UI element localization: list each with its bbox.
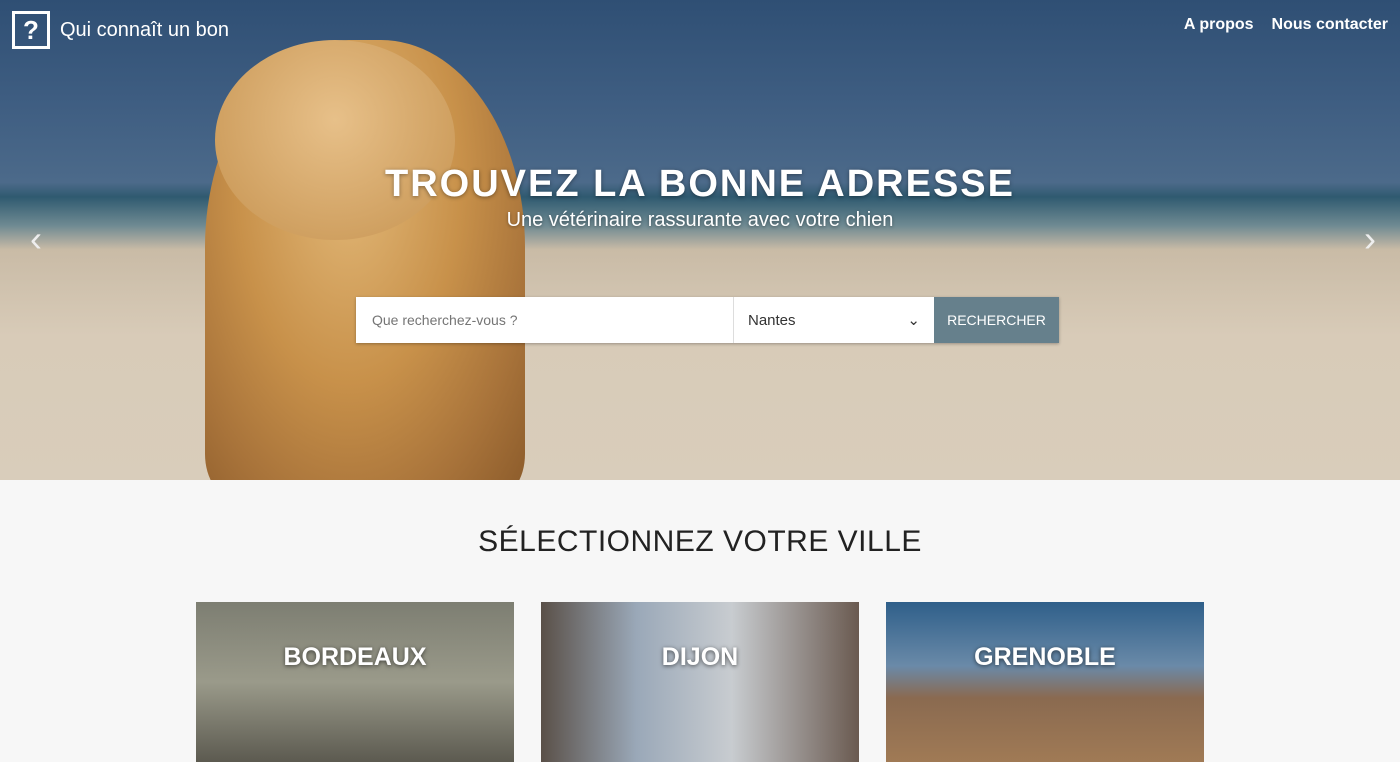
- hero-subtitle: Une vétérinaire rassurante avec votre ch…: [506, 209, 894, 231]
- nav-contact-link[interactable]: Nous contacter: [1272, 16, 1388, 34]
- logo-icon[interactable]: ?: [12, 11, 50, 49]
- hero-carousel: ? Qui connaît un bon A propos Nous conta…: [0, 0, 1400, 480]
- search-bar: Nantes ⌄ RECHERCHER: [356, 297, 1059, 343]
- city-card-grenoble[interactable]: GRENOBLE: [886, 602, 1204, 762]
- city-card-bordeaux[interactable]: BORDEAUX: [196, 602, 514, 762]
- city-name: BORDEAUX: [283, 642, 427, 671]
- section-title: SÉLECTIONNEZ VOTRE VILLE: [478, 525, 922, 558]
- city-name: DIJON: [661, 642, 739, 671]
- chevron-left-icon[interactable]: ‹: [30, 218, 42, 260]
- chevron-right-icon[interactable]: ›: [1364, 218, 1376, 260]
- search-input[interactable]: [356, 297, 734, 343]
- city-card-dijon[interactable]: DIJON: [541, 602, 859, 762]
- navbar: ? Qui connaît un bon A propos Nous conta…: [0, 0, 1400, 60]
- city-select[interactable]: Nantes ⌄: [734, 297, 934, 343]
- search-button[interactable]: RECHERCHER: [934, 297, 1059, 343]
- nav-about-link[interactable]: A propos: [1184, 16, 1254, 34]
- city-name: GRENOBLE: [974, 642, 1116, 671]
- chevron-down-icon: ⌄: [907, 312, 920, 329]
- brand-name[interactable]: Qui connaît un bon: [60, 19, 229, 42]
- city-select-value: Nantes: [748, 311, 796, 329]
- hero-title: TROUVEZ LA BONNE ADRESSE: [384, 163, 1015, 205]
